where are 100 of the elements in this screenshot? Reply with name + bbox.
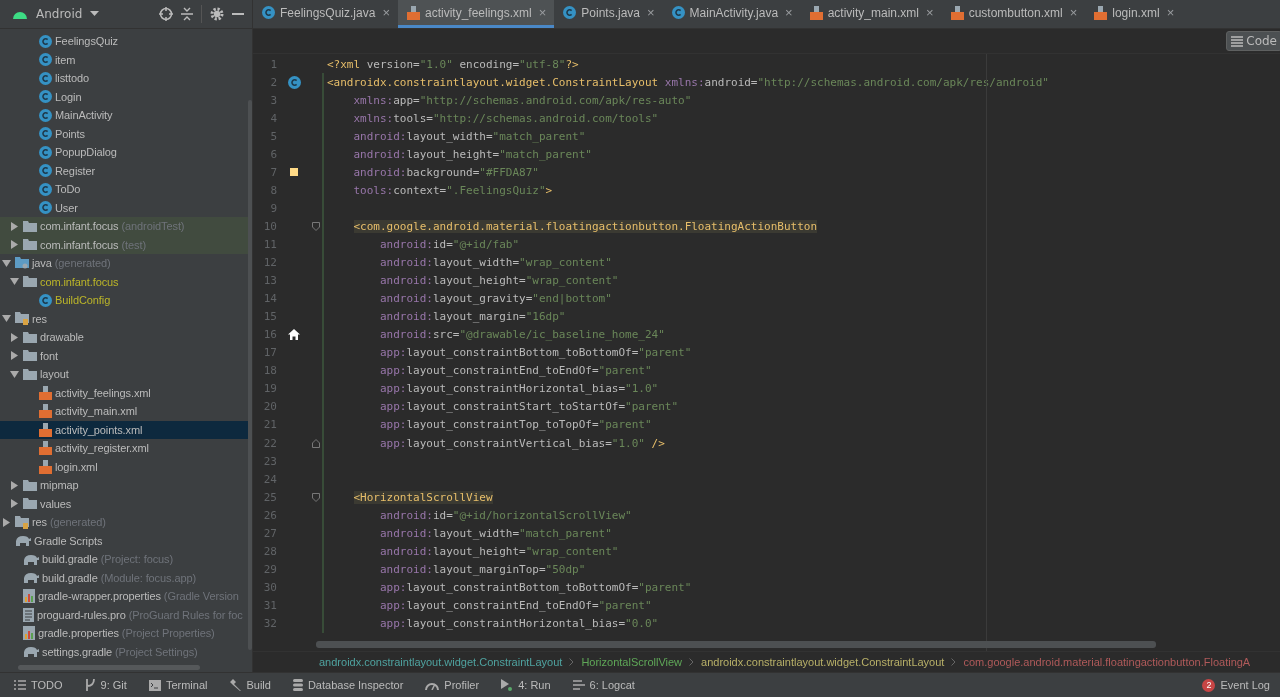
xml-file-icon: [950, 5, 964, 20]
tool-window-button[interactable]: TODO: [14, 679, 63, 691]
breadcrumb[interactable]: androidx.constraintlayout.widget.ConstraintLayout: [319, 656, 563, 668]
code-line: android:layout_gravity="end|bottom": [379, 292, 612, 306]
tree-item[interactable]: drawable: [0, 328, 252, 347]
tree-item-label: activity_main.xml: [55, 405, 138, 418]
close-button[interactable]: ×: [1166, 5, 1175, 20]
event-log-button[interactable]: 2 Event Log: [1202, 678, 1270, 692]
close-button[interactable]: ×: [785, 5, 793, 20]
xml-file-icon: [39, 441, 52, 456]
color-swatch[interactable]: [290, 168, 298, 177]
tree-item[interactable]: gradle-wrapper.properties (Gradle Version: [0, 587, 252, 606]
expanded-arrow-icon[interactable]: [9, 370, 19, 378]
tree-item[interactable]: listtodo: [0, 69, 252, 88]
source-folder-icon: [15, 257, 29, 270]
tree-item[interactable]: ToDo: [0, 180, 252, 199]
code-line: android:src="@drawable/ic_baseline_home_24": [379, 328, 665, 342]
tree-item[interactable]: FeelingsQuiz: [0, 32, 252, 51]
tree-item[interactable]: PopupDialog: [0, 143, 252, 162]
tree-item[interactable]: res: [0, 309, 252, 328]
breadcrumb[interactable]: androidx.constraintlayout.widget.ConstraintLayout: [701, 656, 945, 668]
home-icon[interactable]: [288, 329, 300, 341]
tree-item-label: listtodo: [55, 72, 90, 85]
notification-badge: 2: [1202, 678, 1216, 692]
breadcrumb[interactable]: com.google.android.material.floatingactionbutton.FloatingA: [963, 656, 1251, 668]
code-line: xmlns:app="http://schemas.android.com/apk/res-auto": [352, 93, 692, 107]
chevron-icon: [569, 658, 575, 666]
tree-item[interactable]: res (generated): [0, 513, 252, 532]
tree-item[interactable]: java (generated): [0, 254, 252, 273]
tool-window-button[interactable]: Terminal: [148, 679, 208, 691]
tree-item[interactable]: activity_register.xml: [0, 439, 252, 458]
tree-item[interactable]: login.xml: [0, 457, 252, 476]
tree-item-label: FeelingsQuiz: [55, 35, 118, 48]
editor-tab[interactable]: custombutton.xml ×: [941, 0, 1086, 28]
tree-item[interactable]: User: [0, 198, 252, 217]
line-number: 4: [269, 111, 277, 125]
tree-item[interactable]: Register: [0, 161, 252, 180]
scrollbar[interactable]: [18, 665, 200, 670]
expanded-arrow-icon[interactable]: [9, 278, 19, 286]
folder-icon: [23, 368, 37, 380]
editor-tab[interactable]: FeelingsQuiz.java ×: [253, 0, 398, 28]
project-view-dropdown[interactable]: Android: [36, 7, 83, 21]
tree-item[interactable]: layout: [0, 365, 252, 384]
tree-item-label: item: [55, 53, 76, 66]
close-button[interactable]: ×: [538, 5, 547, 20]
tree-item[interactable]: values: [0, 494, 252, 513]
minimize-icon[interactable]: [232, 12, 244, 16]
line-number: 16: [262, 328, 277, 342]
line-number: 29: [262, 562, 277, 576]
tree-item[interactable]: Points: [0, 124, 252, 143]
close-button[interactable]: ×: [382, 5, 390, 20]
close-button[interactable]: ×: [647, 5, 655, 20]
tree-item-label: com.infant.focus: [40, 238, 119, 251]
tool-window-button[interactable]: Database Inspector: [292, 679, 404, 691]
editor-tab[interactable]: activity_main.xml ×: [800, 0, 942, 28]
tab-label: MainActivity.java: [689, 5, 779, 20]
caret-icon[interactable]: [90, 11, 100, 17]
tool-window-button[interactable]: 9: Git: [84, 679, 127, 691]
crosshair-icon[interactable]: [159, 7, 173, 21]
breadcrumb[interactable]: HorizontalScrollView: [581, 656, 683, 668]
close-button[interactable]: ×: [1069, 5, 1078, 20]
line-number: 30: [262, 580, 277, 594]
tree-item[interactable]: Login: [0, 87, 252, 106]
fold-icon[interactable]: [312, 492, 320, 502]
tool-window-button[interactable]: 4: Run: [501, 679, 551, 691]
code-view-button[interactable]: Code: [1226, 31, 1280, 51]
tab-label: Points.java: [581, 5, 640, 20]
editor-tab[interactable]: Points.java ×: [554, 0, 663, 28]
text-file-icon: [23, 607, 34, 622]
database-icon: [292, 679, 303, 691]
editor-tab[interactable]: login.xml ×: [1085, 0, 1183, 28]
tree-item[interactable]: activity_main.xml: [0, 402, 252, 421]
tool-window-button[interactable]: Build: [229, 679, 271, 691]
tree-item-label: layout: [40, 368, 69, 381]
tool-window-button[interactable]: 6: Logcat: [572, 679, 635, 691]
tree-item[interactable]: Gradle Scripts: [0, 531, 252, 550]
tree-item[interactable]: mipmap: [0, 476, 252, 495]
scrollbar[interactable]: [316, 641, 1156, 648]
line-number: 11: [262, 238, 277, 251]
tool-window-button[interactable]: Profiler: [425, 679, 480, 691]
tree-item-label: build.gradle: [42, 571, 98, 584]
editor-tab[interactable]: MainActivity.java ×: [662, 0, 801, 28]
tree-item[interactable]: item: [0, 50, 252, 69]
tree-item[interactable]: settings.gradle (Project Settings): [0, 642, 252, 661]
tree-item[interactable]: activity_feelings.xml: [0, 383, 252, 402]
expanded-arrow-icon[interactable]: [1, 315, 11, 323]
fold-icon[interactable]: [312, 438, 320, 448]
editor-tab[interactable]: activity_feelings.xml ×: [398, 0, 555, 28]
tree-item[interactable]: BuildConfig: [0, 291, 252, 310]
settings-icon[interactable]: [210, 7, 224, 21]
expanded-arrow-icon[interactable]: [1, 259, 11, 267]
tree-item[interactable]: gradle.properties (Project Properties): [0, 624, 252, 643]
xml-file-icon: [39, 404, 52, 419]
collapse-icon[interactable]: [181, 7, 193, 21]
tree-item[interactable]: font: [0, 346, 252, 365]
tree-item[interactable]: MainActivity: [0, 106, 252, 125]
fold-icon[interactable]: [312, 221, 320, 231]
tree-item[interactable]: com.infant.focus: [0, 272, 252, 291]
class-icon[interactable]: [287, 75, 301, 89]
close-button[interactable]: ×: [926, 5, 934, 20]
